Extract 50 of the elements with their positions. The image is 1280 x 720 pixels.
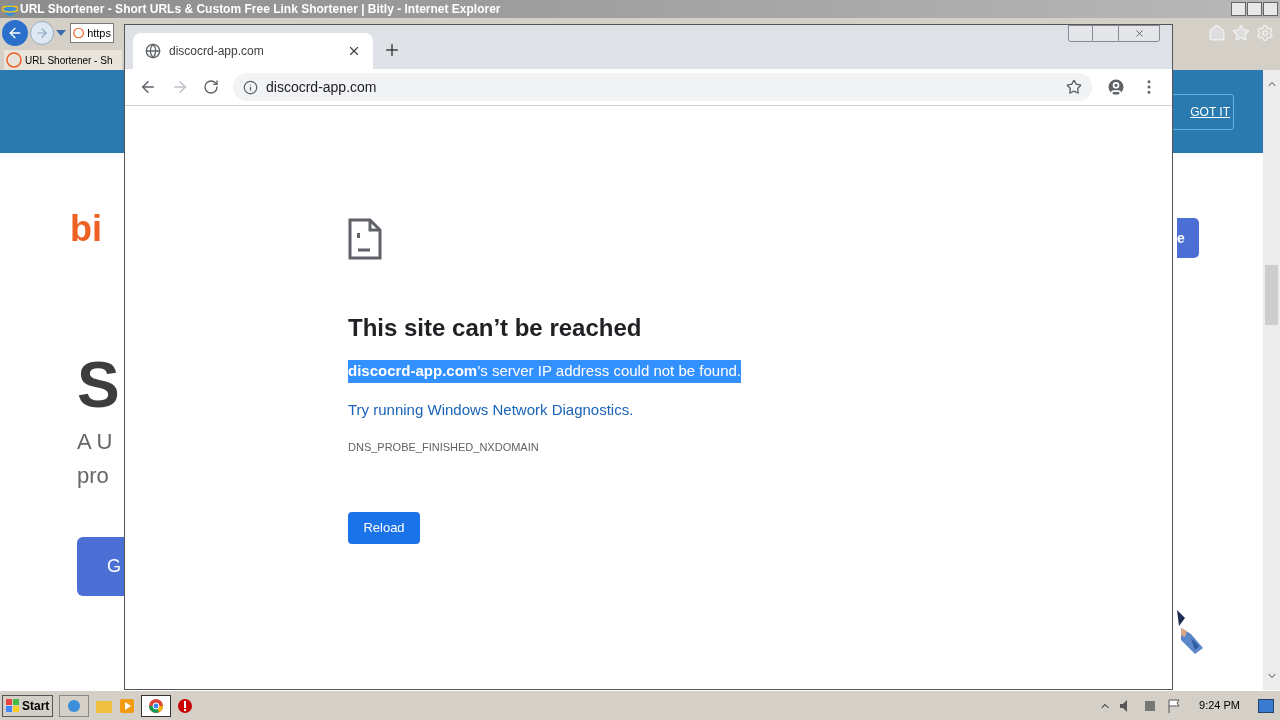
flag-icon[interactable] (1167, 698, 1182, 713)
forward-button[interactable] (30, 21, 54, 45)
bitly-logo: bi (70, 211, 103, 247)
diagnostics-link[interactable]: Try running Windows Network Diagnostics. (348, 398, 634, 421)
close-button[interactable] (1263, 2, 1278, 16)
hero-subtitle: A U (77, 428, 114, 456)
scroll-thumb[interactable] (1265, 265, 1278, 325)
bookmark-star-icon[interactable] (1066, 79, 1082, 95)
restore-button[interactable] (1247, 2, 1262, 16)
error-code: DNS_PROBE_FINISHED_NXDOMAIN (348, 440, 539, 455)
forward-arrow-icon (35, 26, 49, 40)
bitly-favicon-icon (6, 52, 22, 68)
windows-logo-icon (6, 698, 20, 713)
hero-subtitle: pro (77, 462, 110, 490)
profile-icon[interactable] (1106, 77, 1126, 97)
sad-page-icon (348, 218, 382, 260)
window-title: URL Shortener - Short URLs & Custom Free Link Shortener | Bitly - Internet Explorer (20, 1, 501, 18)
close-tab-icon[interactable] (347, 44, 361, 58)
globe-icon (145, 43, 161, 59)
signup-button[interactable]: e (1177, 218, 1199, 258)
reload-button[interactable]: Reload (348, 511, 420, 544)
browser-tab[interactable]: discocrd-app.com (133, 33, 373, 69)
error-heading: This site can’t be reached (348, 313, 642, 343)
browser-tab[interactable]: URL Shortener - Sh (4, 50, 122, 70)
stop-icon[interactable] (177, 697, 194, 714)
minimize-button[interactable] (1231, 2, 1246, 16)
new-tab-icon[interactable] (383, 41, 401, 59)
ie-logo-icon (2, 1, 18, 17)
hero-heading: S (76, 353, 121, 417)
reload-icon[interactable] (203, 79, 219, 95)
taskbar-chrome-icon[interactable] (141, 694, 172, 717)
taskbar-ie-icon[interactable] (59, 694, 90, 717)
omnibox[interactable]: discocrd-app.com (233, 73, 1092, 101)
minimize-button[interactable] (1068, 25, 1093, 42)
error-message: discocrd-app.com’s server IP address could not be found. (348, 360, 741, 383)
back-button[interactable] (2, 20, 28, 46)
close-icon (1133, 28, 1145, 39)
restore-button[interactable] (1093, 25, 1118, 42)
get-started-button[interactable]: G (77, 537, 124, 596)
address-field[interactable]: https (70, 23, 114, 43)
media-player-icon[interactable] (119, 697, 136, 714)
show-desktop-button[interactable] (1258, 698, 1274, 713)
clock[interactable]: 9:24 PM (1199, 697, 1240, 714)
bitly-favicon-icon (73, 26, 85, 40)
start-button[interactable]: Start (2, 694, 54, 717)
scrollbar[interactable] (1263, 70, 1280, 690)
dropdown-icon[interactable] (56, 30, 66, 36)
close-button[interactable] (1118, 25, 1160, 42)
back-icon[interactable] (139, 78, 157, 96)
info-icon[interactable] (243, 79, 258, 95)
